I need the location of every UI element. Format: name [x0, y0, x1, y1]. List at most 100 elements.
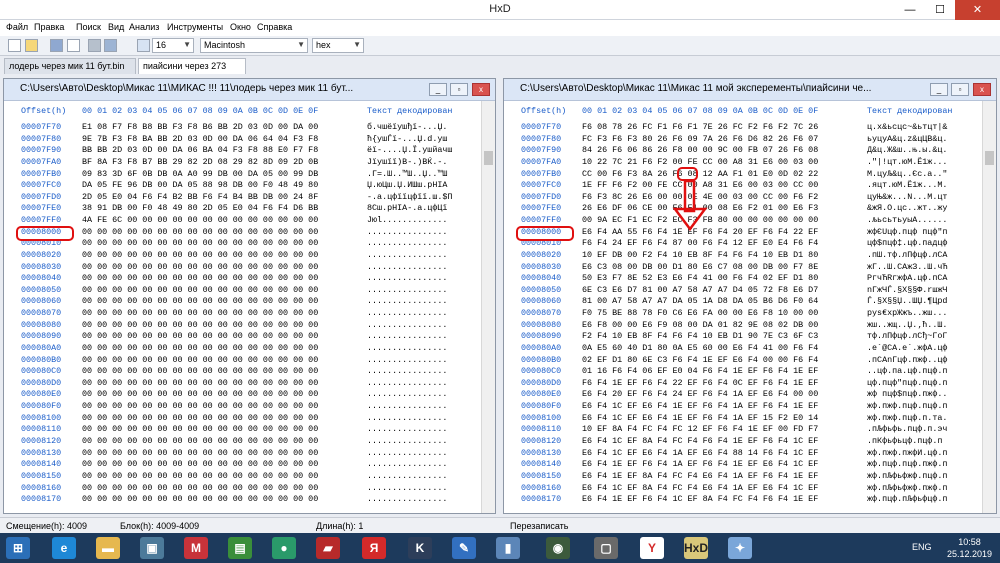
row-bytes[interactable]: 0A E5 60 40 D1 80 0A E5 60 00 E6 F4 41 0…: [582, 343, 818, 353]
row-text[interactable]: ћ{ушЃї-...Џ.d.уш: [367, 134, 447, 144]
row-text[interactable]: Јїушїї)B-.)BЌ.-.: [367, 157, 447, 167]
row-text[interactable]: Џ.юЦш.Џ.ИШш.рНІА: [367, 180, 447, 190]
row-text[interactable]: ................: [367, 401, 447, 411]
row-text[interactable]: ................: [367, 285, 447, 295]
row-text[interactable]: Д&ц.Ж&ш..њ.ы.&ц.: [867, 145, 947, 155]
yandex-icon[interactable]: Y: [640, 537, 664, 559]
row-text[interactable]: ................: [367, 436, 447, 446]
row-bytes[interactable]: F6 08 78 26 FC F1 F6 F1 7E 26 FC F2 F6 F…: [582, 122, 818, 132]
row-bytes[interactable]: E6 C3 08 00 DB 00 D1 80 E6 C7 08 00 DB 0…: [582, 262, 818, 272]
minimize-button[interactable]: —: [895, 0, 925, 20]
row-text[interactable]: ц.х&ьсцс~&ьтцт|&: [867, 122, 947, 132]
row-bytes[interactable]: 00 00 00 00 00 00 00 00 00 00 00 00 00 0…: [82, 459, 318, 469]
scroll-thumb[interactable]: [985, 151, 994, 165]
row-bytes[interactable]: 00 00 00 00 00 00 00 00 00 00 00 00 00 0…: [82, 308, 318, 318]
tab-loader-file[interactable]: лодерь через мик 11 бут.bin: [4, 58, 136, 74]
row-text[interactable]: ьуцуА&ц.z&цЦВ&ц.: [867, 134, 947, 144]
row-text[interactable]: М.цуЉ&ц..Єс.а..": [867, 169, 947, 179]
row-text[interactable]: .пСАnГцф.пжф..цф: [867, 355, 947, 365]
left-close-button[interactable]: x: [472, 83, 490, 96]
menu-edit[interactable]: Правка: [34, 22, 64, 32]
menu-analysis[interactable]: Анализ: [129, 22, 159, 32]
row-bytes[interactable]: 38 91 DB 00 F0 48 49 80 2D 05 E0 04 F6 F…: [82, 203, 318, 213]
print-icon[interactable]: [88, 39, 101, 52]
row-bytes[interactable]: F6 F4 24 EF F6 F4 87 00 F6 F4 12 EF E0 E…: [582, 238, 818, 248]
row-text[interactable]: .яцт.юМ.Ё1ж...М.: [867, 180, 947, 190]
row-bytes[interactable]: E6 F4 1C EF E6 F4 1E EF F6 F4 1A EF 15 F…: [582, 413, 818, 423]
tab-pias-file[interactable]: пиайсини через 273: [138, 58, 246, 74]
row-bytes[interactable]: 00 00 00 00 00 00 00 00 00 00 00 00 00 0…: [82, 238, 318, 248]
scroll-thumb[interactable]: [484, 151, 493, 165]
row-text[interactable]: ................: [367, 331, 447, 341]
row-text[interactable]: ..цф.па.цф.пцф.п: [867, 366, 947, 376]
row-bytes[interactable]: E6 F4 1C EF E6 F4 1A EF E6 F4 88 14 F6 F…: [582, 448, 818, 458]
row-bytes[interactable]: 00 00 00 00 00 00 00 00 00 00 00 00 00 0…: [82, 296, 318, 306]
right-restore-button[interactable]: ▫: [951, 83, 969, 96]
menu-file[interactable]: Файл: [6, 22, 28, 32]
row-text[interactable]: .пКфьфьцф.пцф.п: [867, 436, 942, 446]
row-bytes[interactable]: BB BB 2D 03 0D 00 DA 06 BA 04 F3 F8 88 E…: [82, 145, 318, 155]
row-bytes[interactable]: E6 F4 20 EF F6 F4 24 EF F6 F4 1A EF E6 F…: [582, 389, 818, 399]
row-text[interactable]: ................: [367, 471, 447, 481]
row-text[interactable]: ................: [367, 459, 447, 469]
window-icon[interactable]: [104, 39, 117, 52]
row-text[interactable]: PгчЋRгжфA.цф.пСА: [867, 273, 947, 283]
row-bytes[interactable]: 00 00 00 00 00 00 00 00 00 00 00 00 00 0…: [82, 424, 318, 434]
row-bytes[interactable]: 00 00 00 00 00 00 00 00 00 00 00 00 00 0…: [82, 494, 318, 504]
row-text[interactable]: ................: [367, 378, 447, 388]
row-bytes[interactable]: 00 00 00 00 00 00 00 00 00 00 00 00 00 0…: [82, 273, 318, 283]
row-text[interactable]: ................: [367, 343, 447, 353]
left-restore-button[interactable]: ▫: [450, 83, 468, 96]
row-bytes[interactable]: 10 22 7C 21 F6 F2 00 FE CC 00 A8 31 E6 0…: [582, 157, 818, 167]
paint-icon[interactable]: ✦: [728, 537, 752, 559]
row-text[interactable]: ................: [367, 494, 447, 504]
row-bytes[interactable]: E6 F4 1C EF 8A F4 FC F4 F6 F4 1E EF F6 F…: [582, 436, 818, 446]
row-bytes[interactable]: 00 00 00 00 00 00 00 00 00 00 00 00 00 0…: [82, 448, 318, 458]
row-text[interactable]: жфЄUцф.пцф пцф"п: [867, 227, 947, 237]
row-text[interactable]: &жЯ.О.цс..жт..жу: [867, 203, 947, 213]
row-bytes[interactable]: 00 00 00 00 00 00 00 00 00 00 00 00 00 0…: [82, 355, 318, 365]
row-text[interactable]: жф.пЉфьфжф.пцф.п: [867, 471, 947, 481]
row-bytes[interactable]: E6 F4 1E EF F6 F4 1A EF F6 F4 1E EF E6 F…: [582, 459, 818, 469]
row-text[interactable]: ................: [367, 483, 447, 493]
row-bytes[interactable]: 00 00 00 00 00 00 00 00 00 00 00 00 00 0…: [82, 331, 318, 341]
row-text[interactable]: жГ..Ш.САжЗ..Ш.чЋ: [867, 262, 947, 272]
row-bytes[interactable]: 84 26 F6 06 86 26 F8 00 00 9C 00 FB 07 2…: [582, 145, 818, 155]
row-bytes[interactable]: 2D 05 E0 04 F6 F4 B2 BB F6 F4 B4 BB DB 0…: [82, 192, 318, 202]
row-bytes[interactable]: 00 00 00 00 00 00 00 00 00 00 00 00 00 0…: [82, 227, 318, 237]
row-bytes[interactable]: 9E 7B F3 F8 BA BB 2D 03 0D 00 DA 06 64 0…: [82, 134, 318, 144]
chip-icon[interactable]: ▤: [228, 537, 252, 559]
row-text[interactable]: .е`@СА.е`.жфA.цф: [867, 343, 947, 353]
app-icon[interactable]: M: [184, 537, 208, 559]
clock[interactable]: 10:58 25.12.2019: [947, 536, 992, 560]
row-text[interactable]: .Г=.Ш..™Ш..Џ..™Ш: [367, 169, 447, 179]
row-text[interactable]: ................: [367, 238, 447, 248]
row-text[interactable]: цф.пцф"пцф.пцф.п: [867, 378, 947, 388]
start-button-icon[interactable]: ⊞: [6, 537, 30, 559]
row-text[interactable]: ................: [367, 448, 447, 458]
row-text[interactable]: жф.пцф.пцф.пжф.п: [867, 459, 947, 469]
menu-tools[interactable]: Инструменты: [167, 22, 223, 32]
row-bytes[interactable]: 00 00 00 00 00 00 00 00 00 00 00 00 00 0…: [82, 250, 318, 260]
row-text[interactable]: ёї-....Џ.Ї.ушйачш: [367, 145, 452, 155]
internet-explorer-icon[interactable]: e: [52, 537, 76, 559]
row-text[interactable]: ................: [367, 389, 447, 399]
row-text[interactable]: nГжЧЃ.§X§§Ф.rшжЧ: [867, 285, 947, 295]
app-icon[interactable]: ◉: [546, 537, 570, 559]
row-text[interactable]: .пЉфьфь.пцф.п.эч: [867, 424, 947, 434]
row-text[interactable]: ................: [367, 262, 447, 272]
row-bytes[interactable]: F2 F4 10 EB 8F F4 F6 F4 10 EB D1 90 7E C…: [582, 331, 818, 341]
left-minimize-button[interactable]: _: [429, 83, 447, 96]
row-bytes[interactable]: 00 00 00 00 00 00 00 00 00 00 00 00 00 0…: [82, 378, 318, 388]
columns-select[interactable]: 16 ▼: [152, 38, 194, 53]
row-bytes[interactable]: 00 00 00 00 00 00 00 00 00 00 00 00 00 0…: [82, 401, 318, 411]
row-text[interactable]: ................: [367, 273, 447, 283]
offset-mode-select[interactable]: hex ▼: [312, 38, 364, 53]
row-bytes[interactable]: CC 00 F6 F3 8A 26 F6 08 12 AA F1 01 E0 0…: [582, 169, 818, 179]
row-text[interactable]: -.а.цфїїцфїї.ш.$П: [367, 192, 452, 202]
row-bytes[interactable]: F6 F4 1E EF F6 F4 22 EF F6 F4 0C EF F6 F…: [582, 378, 818, 388]
right-close-button[interactable]: x: [973, 83, 991, 96]
row-text[interactable]: жф пцф$пцф.пжф..: [867, 389, 947, 399]
row-text[interactable]: ................: [367, 250, 447, 260]
menu-view[interactable]: Вид: [108, 22, 124, 32]
